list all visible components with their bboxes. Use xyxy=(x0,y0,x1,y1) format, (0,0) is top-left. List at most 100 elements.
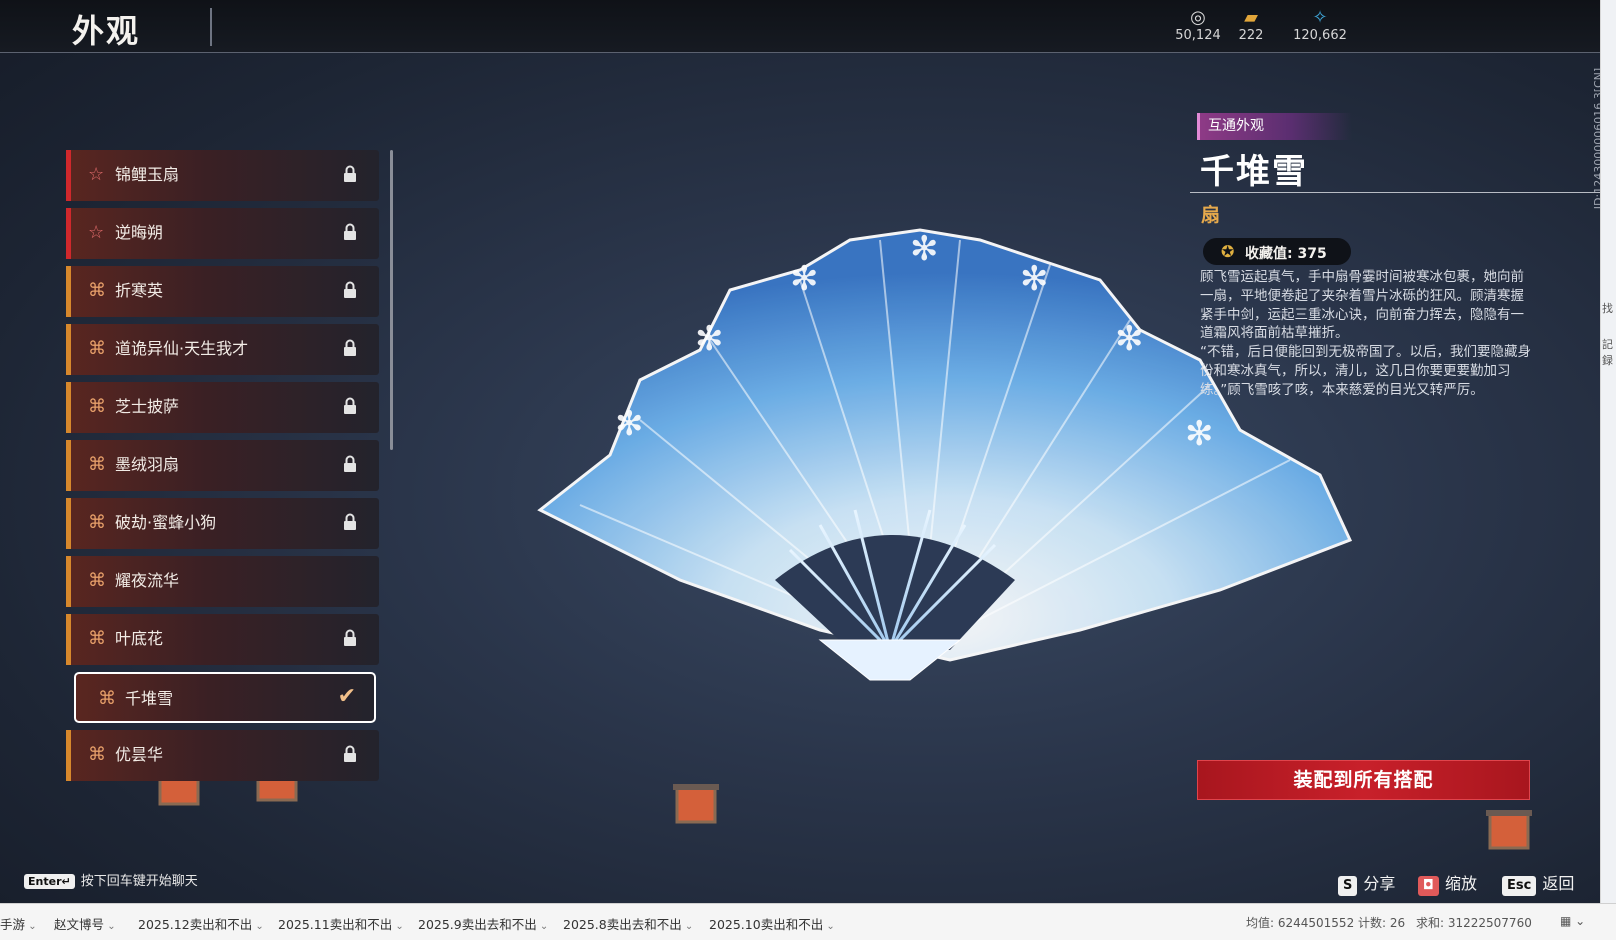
sheet-tab[interactable]: 赵文博号 xyxy=(54,914,116,933)
star-icon: ☆ xyxy=(88,222,105,243)
svg-text:✻: ✻ xyxy=(1185,414,1214,454)
rarity-icon: ⌘ xyxy=(88,570,106,591)
list-item[interactable]: ⌘ 叶底花 xyxy=(66,614,379,665)
rarity-bar xyxy=(66,382,71,433)
title-divider xyxy=(210,8,212,46)
feather-icon: ✧ xyxy=(1312,7,1328,28)
back-label: 返回 xyxy=(1542,874,1575,893)
spreadsheet-tab-bar: 手游 赵文博号 2025.12卖出和不出 2025.11卖出和不出 2025.9… xyxy=(0,903,1616,940)
lock-icon xyxy=(344,513,356,530)
rarity-bar xyxy=(66,266,71,317)
list-item-label: 破劫·蜜蜂小狗 xyxy=(115,513,217,532)
ticket-icon: ▰ xyxy=(1244,7,1258,28)
list-item[interactable]: ⌘ 耀夜流华 xyxy=(66,556,379,607)
rarity-bar xyxy=(66,324,71,375)
share-button[interactable]: S 分享 xyxy=(1338,870,1395,896)
rarity-icon: ⌘ xyxy=(88,744,106,765)
rarity-bar xyxy=(66,208,71,259)
item-description: 顾飞雪运起真气，手中扇骨霎时间被寒冰包裹，她向前一扇，平地便卷起了夹杂着雪片冰砾… xyxy=(1200,268,1532,400)
checkmark-icon: ✔ xyxy=(337,684,356,709)
currency-coin: ◎ 50,124 xyxy=(1168,7,1228,44)
mouse-icon: ◘ xyxy=(1418,876,1439,896)
rarity-bar xyxy=(66,614,71,665)
list-item-label: 锦鲤玉扇 xyxy=(115,165,180,184)
rarity-icon: ⌘ xyxy=(88,628,106,649)
sheet-tab[interactable]: 2025.11卖出和不出 xyxy=(278,914,404,933)
grid-view-icon[interactable]: ▦ ⌄ xyxy=(1560,914,1585,928)
rarity-bar xyxy=(66,498,71,549)
rarity-icon: ⌘ xyxy=(88,454,106,475)
currency-value: 50,124 xyxy=(1175,28,1221,43)
svg-text:✻: ✻ xyxy=(1115,319,1144,359)
zoom-button[interactable]: ◘ 缩放 xyxy=(1418,870,1477,896)
rarity-bar xyxy=(66,730,71,781)
strip-text: 記録 xyxy=(1602,338,1613,367)
rarity-icon: ⌘ xyxy=(88,280,106,301)
chat-hint: Enter↵ 按下回车键开始聊天 xyxy=(24,870,198,889)
list-item-label: 墨绒羽扇 xyxy=(115,455,180,474)
list-item[interactable]: ⌘ 墨绒羽扇 xyxy=(66,440,379,491)
back-button[interactable]: Esc 返回 xyxy=(1502,870,1574,896)
interop-tag: 互通外观 xyxy=(1197,113,1352,140)
svg-text:✻: ✻ xyxy=(615,404,644,444)
lantern-image xyxy=(1480,806,1538,856)
game-window: 外观 ◎ 50,124 ▰ 222 ✧ 120,662 ID:124300000… xyxy=(0,0,1600,903)
list-item[interactable]: ⌘ 优昙华 xyxy=(66,730,379,781)
collection-value: 收藏值: 375 xyxy=(1245,246,1327,262)
name-divider xyxy=(1190,192,1600,193)
star-icon: ☆ xyxy=(88,164,105,185)
lock-icon xyxy=(344,339,356,356)
sheet-tab[interactable]: 2025.9卖出去和不出 xyxy=(418,914,548,933)
list-item[interactable]: ⌘ 道诡异仙·天生我才 xyxy=(66,324,379,375)
rarity-bar xyxy=(66,150,71,201)
lock-icon xyxy=(344,745,356,762)
collection-icon: ✪ xyxy=(1221,242,1235,261)
sheet-tab[interactable]: 2025.8卖出去和不出 xyxy=(563,914,693,933)
list-item-label: 优昙华 xyxy=(115,745,164,764)
svg-text:✻: ✻ xyxy=(695,319,724,359)
stat-average: 均值: 6244501552 xyxy=(1246,916,1355,930)
sheet-tab[interactable]: 2025.10卖出和不出 xyxy=(709,914,835,933)
list-item-label: 芝士披萨 xyxy=(115,397,180,416)
list-item[interactable]: ☆ 锦鲤玉扇 xyxy=(66,150,379,201)
currency-value: 120,662 xyxy=(1293,28,1347,43)
appearance-list[interactable]: ☆ 锦鲤玉扇 ☆ 逆晦朔 ⌘ 折寒英 ⌘ 道诡异仙·天生我才 ⌘ 芝士披萨 ⌘ 墨绒羽扇 ⌘ 破劫·蜜蜂小… xyxy=(66,150,384,790)
rarity-icon: ⌘ xyxy=(98,688,116,709)
coin-icon: ◎ xyxy=(1190,7,1206,28)
list-item[interactable]: ⌘ 千堆雪 ✔ xyxy=(74,672,376,723)
rarity-icon: ⌘ xyxy=(88,512,106,533)
share-label: 分享 xyxy=(1363,874,1396,893)
list-item[interactable]: ⌘ 破劫·蜜蜂小狗 xyxy=(66,498,379,549)
list-item-label: 道诡异仙·天生我才 xyxy=(115,339,249,358)
list-item-label: 千堆雪 xyxy=(125,689,174,708)
svg-text:✻: ✻ xyxy=(910,229,939,269)
list-item[interactable]: ⌘ 芝士披萨 xyxy=(66,382,379,433)
sheet-tab[interactable]: 2025.12卖出和不出 xyxy=(138,914,264,933)
player-id-text: ID:1243000006016 3[CN] xyxy=(1592,67,1600,210)
zoom-label: 缩放 xyxy=(1444,874,1477,893)
rarity-bar xyxy=(66,440,71,491)
item-name: 千堆雪 xyxy=(1200,152,1308,192)
stat-count: 计数: 26 xyxy=(1358,916,1406,930)
list-item-label: 折寒英 xyxy=(115,281,164,300)
sheet-tab[interactable]: 手游 xyxy=(0,914,37,933)
currency-value: 222 xyxy=(1238,28,1264,43)
chat-hint-text: 按下回车键开始聊天 xyxy=(80,874,198,889)
rarity-icon: ⌘ xyxy=(88,396,106,417)
list-item[interactable]: ☆ 逆晦朔 xyxy=(66,208,379,259)
page-title: 外观 xyxy=(72,12,141,50)
list-item-label: 逆晦朔 xyxy=(115,223,164,242)
svg-text:✻: ✻ xyxy=(790,259,819,299)
list-item-label: 耀夜流华 xyxy=(115,571,180,590)
lock-icon xyxy=(344,397,356,414)
equip-all-button[interactable]: 装配到所有搭配 xyxy=(1197,760,1530,800)
list-item-label: 叶底花 xyxy=(115,629,164,648)
list-scrollbar[interactable] xyxy=(390,150,393,450)
description-paragraph: 顾飞雪运起真气，手中扇骨霎时间被寒冰包裹，她向前一扇，平地便卷起了夹杂着雪片冰砾… xyxy=(1200,269,1524,342)
list-item[interactable]: ⌘ 折寒英 xyxy=(66,266,379,317)
player-id: ID:1243000006016 3[CN] xyxy=(1578,68,1600,212)
lock-icon xyxy=(344,455,356,472)
lock-icon xyxy=(344,629,356,646)
lock-icon xyxy=(344,165,356,182)
currency-ticket: ▰ 222 xyxy=(1221,7,1281,44)
